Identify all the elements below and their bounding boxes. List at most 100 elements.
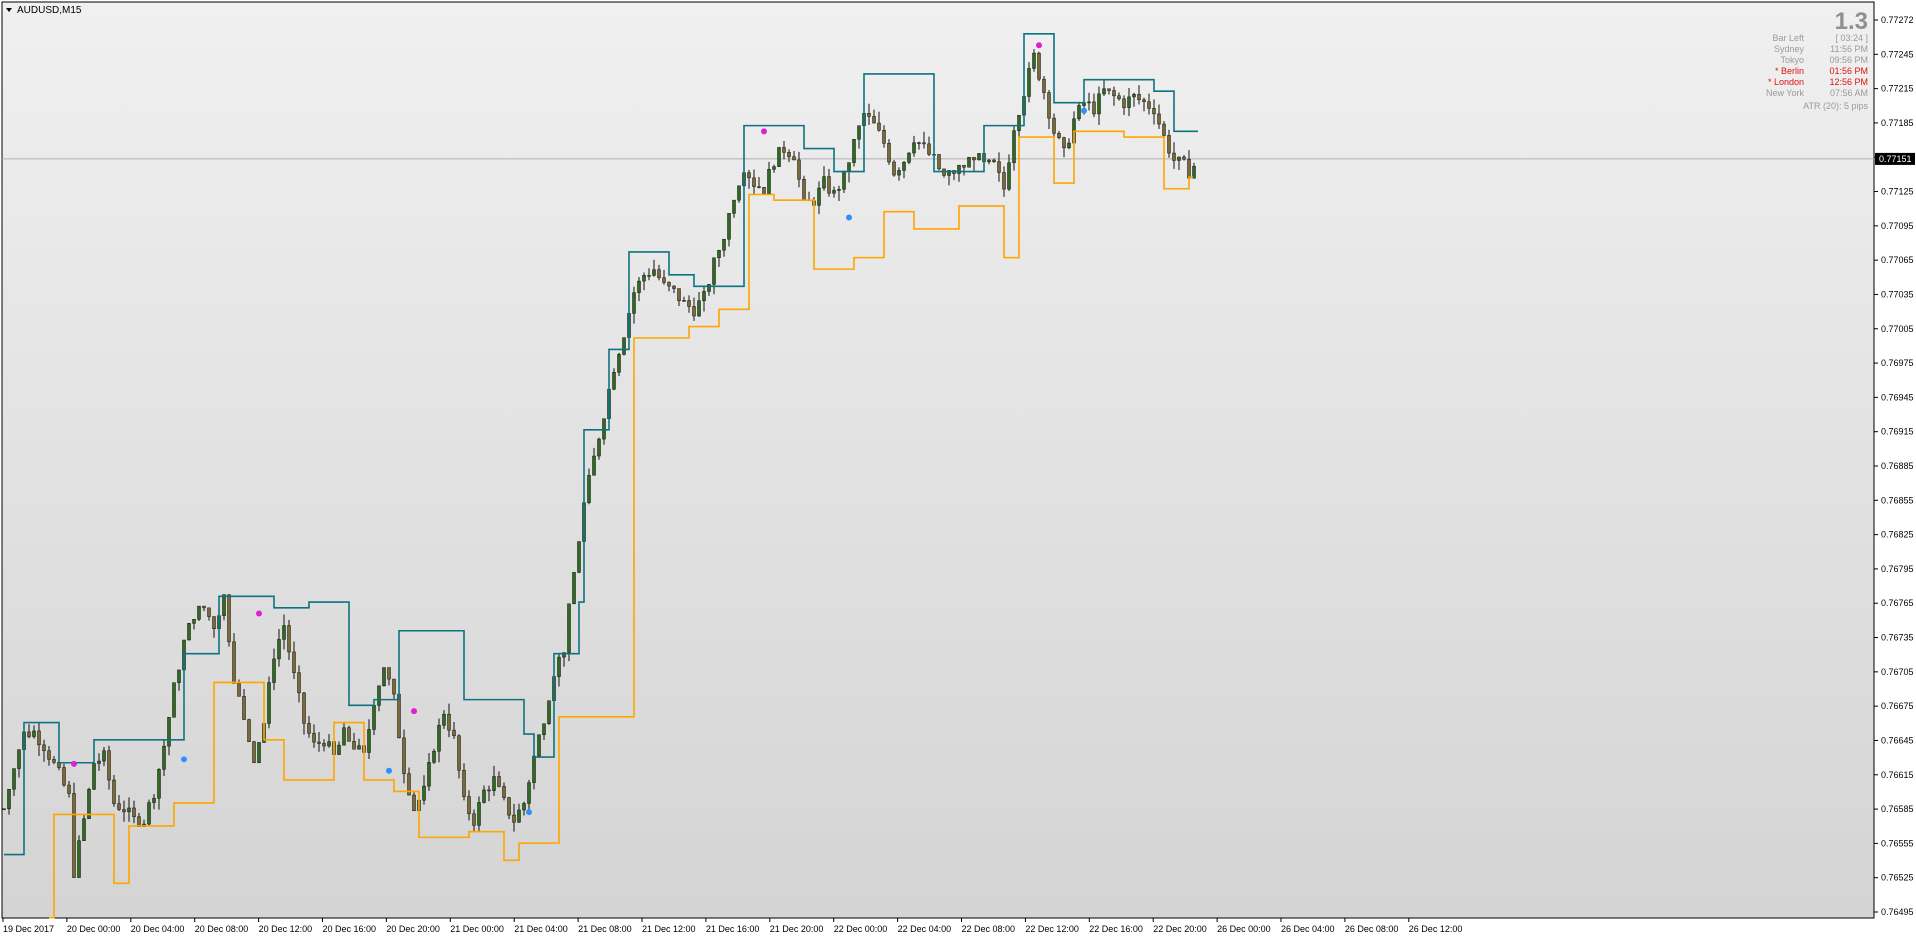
candle-body (112, 779, 116, 804)
y-tick-label: 0.76795 (1881, 564, 1914, 574)
candle-body (692, 306, 696, 317)
candle-body (272, 658, 276, 683)
candle-body (82, 818, 86, 841)
candle-body (732, 199, 736, 214)
candle-body (642, 275, 646, 282)
candle-body (897, 170, 901, 176)
y-tick-label: 0.76885 (1881, 461, 1914, 471)
info-big-value: 1.3 (1835, 8, 1868, 35)
candle-body (267, 682, 271, 724)
candle-body (212, 616, 216, 629)
candle-body (1007, 162, 1011, 190)
candle-body (972, 156, 976, 161)
candle-body (697, 300, 701, 317)
candle-body (542, 723, 546, 735)
y-tick-label: 0.77185 (1881, 118, 1914, 128)
y-tick-label: 0.76675 (1881, 701, 1914, 711)
candle-body (1127, 96, 1131, 108)
chart-window[interactable]: 0.772720.772450.772150.771850.771550.771… (0, 0, 1916, 938)
candle-body (1077, 105, 1081, 120)
candle-body (527, 782, 531, 804)
candle-body (992, 159, 996, 162)
candle-body (382, 667, 386, 687)
candle-body (967, 156, 971, 168)
candle-body (822, 176, 826, 189)
candle-body (487, 789, 491, 792)
candle-body (517, 809, 521, 823)
candle-body (712, 257, 716, 285)
x-tick-label: 20 Dec 16:00 (323, 924, 377, 934)
candle-body (162, 745, 166, 770)
candle-body (1182, 156, 1186, 160)
candle-body (912, 142, 916, 154)
x-tick-label: 22 Dec 08:00 (962, 924, 1016, 934)
candle-body (1017, 114, 1021, 131)
y-tick-label: 0.76555 (1881, 838, 1914, 848)
candle-body (867, 113, 871, 117)
candle-body (252, 741, 256, 764)
candle-body (72, 793, 76, 878)
candle-body (882, 130, 886, 144)
candle-body (67, 784, 71, 794)
candle-body (887, 143, 891, 163)
candle-body (1187, 159, 1191, 179)
candle-body (1122, 98, 1126, 108)
candle-body (132, 807, 136, 818)
candle-body (1037, 52, 1041, 80)
candle-body (567, 603, 571, 653)
candle-body (1107, 88, 1111, 91)
y-tick-label: 0.77245 (1881, 49, 1914, 59)
candle-body (962, 164, 966, 168)
atr-label: ATR (20): 5 pips (1803, 101, 1868, 111)
candle-body (1012, 130, 1016, 164)
candle-body (167, 717, 171, 747)
x-tick-label: 20 Dec 08:00 (195, 924, 249, 934)
candle-body (452, 729, 456, 737)
candle-body (232, 641, 236, 684)
candle-body (832, 190, 836, 194)
candle-body (717, 249, 721, 259)
candle-body (107, 750, 111, 781)
candle-body (412, 794, 416, 812)
info-row-value: [ 03:24 ] (1835, 33, 1868, 43)
candle-body (937, 154, 941, 170)
candle-body (12, 768, 16, 790)
info-row-value: 01:56 PM (1829, 66, 1868, 76)
candle-body (587, 475, 591, 503)
x-tick-label: 22 Dec 20:00 (1153, 924, 1207, 934)
candle-body (222, 594, 226, 616)
y-tick-label: 0.76585 (1881, 804, 1914, 814)
candle-body (347, 727, 351, 742)
info-row-label: * London (1768, 77, 1804, 87)
candle-body (442, 713, 446, 726)
price-chart[interactable]: 0.772720.772450.772150.771850.771550.771… (0, 0, 1916, 938)
candle-body (297, 672, 301, 694)
candle-body (877, 122, 881, 131)
info-row-value: 12:56 PM (1829, 77, 1868, 87)
candle-body (352, 741, 356, 750)
y-tick-label: 0.77125 (1881, 187, 1914, 197)
candle-body (782, 147, 786, 153)
candle-body (492, 776, 496, 791)
candle-body (1167, 135, 1171, 154)
candle-body (392, 678, 396, 695)
info-row-value: 09:56 PM (1829, 55, 1868, 65)
y-tick-label: 0.76615 (1881, 770, 1914, 780)
candle-body (37, 730, 41, 746)
candle-body (852, 138, 856, 163)
top-marker (256, 610, 262, 617)
candle-body (597, 438, 601, 457)
info-row-value: 07:56 AM (1830, 88, 1868, 98)
candle-body (757, 186, 761, 188)
x-tick-label: 26 Dec 04:00 (1281, 924, 1335, 934)
candle-body (277, 639, 281, 660)
candle-body (647, 275, 651, 277)
candle-body (192, 619, 196, 624)
candle-body (1067, 142, 1071, 149)
candle-body (372, 705, 376, 730)
info-row-value: 11:56 PM (1830, 44, 1868, 54)
candle-body (977, 153, 981, 161)
candle-body (42, 744, 46, 752)
candle-body (1117, 95, 1121, 100)
symbol-label: AUDUSD,M15 (17, 5, 82, 16)
